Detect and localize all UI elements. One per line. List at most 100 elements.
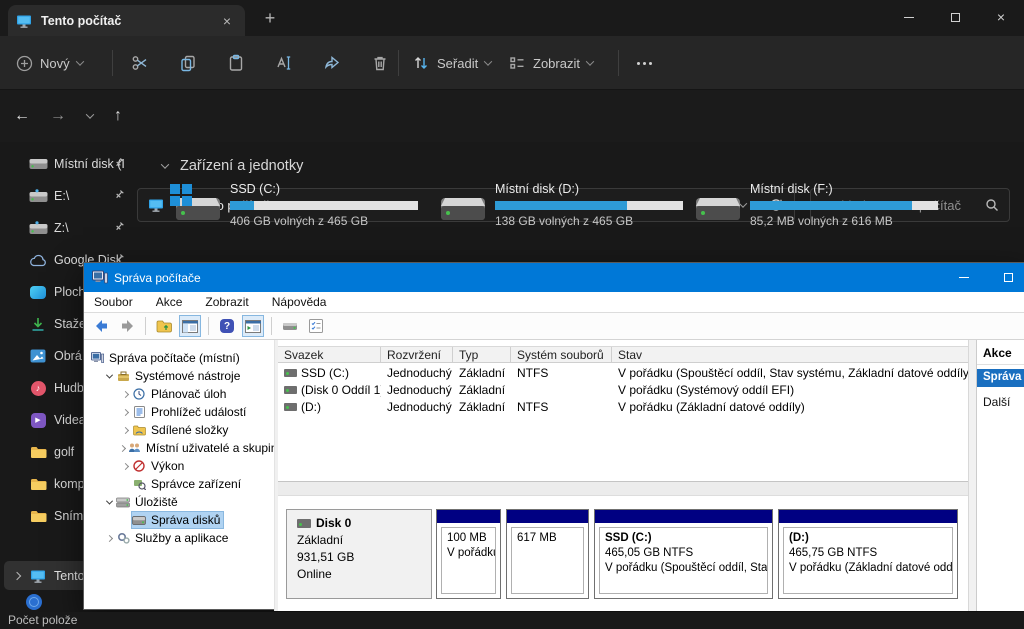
expand-chevron-icon[interactable] — [120, 464, 130, 469]
drive-tile-f[interactable]: Místní disk (F:) 85,2 MB volných z 616 M… — [688, 182, 742, 234]
back-button[interactable]: ← — [8, 102, 36, 130]
menu-action[interactable]: Akce — [156, 293, 194, 311]
table-row[interactable]: (Disk 0 Oddíl 1) Jednoduchý Základní V p… — [278, 381, 968, 398]
checklist-button[interactable] — [305, 315, 327, 337]
back-button[interactable] — [90, 315, 112, 337]
collapse-chevron-icon[interactable] — [104, 374, 114, 379]
view-button[interactable]: Zobrazit — [508, 47, 593, 79]
collapse-chevron-icon[interactable] — [161, 160, 169, 168]
tab-this-pc[interactable]: Tento počítač × — [8, 5, 245, 36]
forward-button[interactable]: → — [44, 102, 72, 130]
more-options-button[interactable] — [628, 47, 660, 79]
expand-chevron-icon[interactable] — [13, 571, 21, 579]
sort-button[interactable]: Seřadit — [412, 47, 491, 79]
menu-file[interactable]: Soubor — [94, 293, 144, 311]
window-close-button[interactable]: × — [978, 0, 1024, 34]
users-icon — [127, 442, 141, 455]
delete-button[interactable] — [364, 47, 396, 79]
copy-button[interactable] — [172, 47, 204, 79]
disk-type: Základní — [297, 532, 431, 549]
tree-item-task-scheduler[interactable]: Plánovač úloh — [84, 385, 274, 403]
expand-chevron-icon[interactable] — [120, 428, 130, 433]
column-volume[interactable]: Svazek — [278, 347, 381, 362]
divider — [145, 317, 146, 335]
this-pc-icon — [16, 13, 32, 29]
expand-chevron-icon[interactable] — [120, 392, 130, 397]
minimize-button[interactable] — [942, 263, 986, 292]
drive-tile-c[interactable]: SSD (C:) 406 GB volných z 465 GB — [168, 182, 222, 234]
section-devices-and-drives[interactable]: Zařízení a jednotky — [162, 158, 303, 174]
tree-item-computer-management[interactable]: Správa počítače (místní) — [84, 349, 274, 367]
table-row[interactable]: (D:) Jednoduchý Základní NTFS V pořádku … — [278, 398, 968, 415]
table-row[interactable]: SSD (C:) Jednoduchý Základní NTFS V pořá… — [278, 364, 968, 381]
paste-button[interactable] — [220, 47, 252, 79]
scrollbar-gutter[interactable] — [968, 340, 976, 611]
column-type[interactable]: Typ — [453, 347, 511, 362]
horizontal-splitter[interactable] — [278, 481, 968, 496]
drive-usage-bar — [495, 201, 683, 210]
column-status[interactable]: Stav — [612, 347, 968, 362]
tree-item-disk-management[interactable]: Správa disků — [84, 511, 274, 529]
tree-item-shared-folders[interactable]: Sdílené složky — [84, 421, 274, 439]
share-button[interactable] — [316, 47, 348, 79]
event-log-icon — [132, 406, 146, 419]
rename-button[interactable] — [268, 47, 300, 79]
management-toolbar: ? — [84, 313, 1024, 340]
collapse-chevron-icon[interactable] — [104, 500, 114, 505]
expand-chevron-icon[interactable] — [120, 410, 130, 415]
this-pc-icon — [30, 568, 46, 584]
management-menu-bar: Soubor Akce Zobrazit Nápověda — [84, 292, 1024, 313]
column-filesystem[interactable]: Systém souborů — [511, 347, 612, 362]
action-more[interactable]: Další — [977, 395, 1010, 409]
tree-item-local-users-groups[interactable]: Místní uživatelé a skupin — [84, 439, 274, 457]
disk0-header-box[interactable]: Disk 0 Základní 931,51 GB Online — [286, 509, 432, 599]
expand-chevron-icon[interactable] — [120, 446, 125, 451]
partition-c[interactable]: SSD (C:) 465,05 GB NTFS V pořádku (Spouš… — [594, 509, 773, 599]
tab-close-icon[interactable]: × — [217, 13, 237, 29]
tree-item-device-manager[interactable]: Správce zařízení — [84, 475, 274, 493]
tree-item-services-applications[interactable]: Služby a aplikace — [84, 529, 274, 547]
forward-button[interactable] — [116, 315, 138, 337]
partition-617mb[interactable]: 617 MB — [506, 509, 589, 599]
sidebar-item-drive-e[interactable]: E:\ — [0, 180, 165, 212]
window-maximize-button[interactable] — [932, 0, 978, 34]
partition-efi-100mb[interactable]: 100 MB V pořádku — [436, 509, 501, 599]
show-console-tree-button[interactable] — [179, 315, 201, 337]
volume-table-rows: SSD (C:) Jednoduchý Základní NTFS V pořá… — [278, 364, 968, 415]
sidebar-item-drive-z[interactable]: Z:\ — [0, 212, 165, 244]
tree-item-performance[interactable]: Výkon — [84, 457, 274, 475]
disk-management-main: Svazek Rozvržení Typ Systém souborů Stav… — [278, 340, 968, 611]
up-one-level-button[interactable] — [153, 315, 175, 337]
column-layout[interactable]: Rozvržení — [381, 347, 453, 362]
management-title-bar[interactable]: Správa počítače — [84, 263, 1024, 292]
expand-chevron-icon[interactable] — [104, 536, 114, 541]
chevron-down-icon — [586, 57, 594, 65]
new-button[interactable]: Nový — [16, 47, 83, 79]
drive-icon — [433, 182, 487, 226]
drive-icon — [28, 154, 48, 174]
drive-tile-d[interactable]: Místní disk (D:) 138 GB volných z 465 GB — [433, 182, 487, 234]
menu-help[interactable]: Nápověda — [272, 293, 338, 311]
cut-button[interactable] — [124, 47, 156, 79]
view-list-icon — [508, 55, 526, 71]
window-minimize-button[interactable] — [886, 0, 932, 34]
up-button[interactable]: ↑ — [104, 102, 132, 130]
disk-properties-button[interactable] — [279, 315, 301, 337]
history-dropdown-button[interactable] — [76, 102, 104, 130]
partition-size: 465,05 GB NTFS — [605, 546, 762, 561]
sidebar-item-local-disk-i[interactable]: Místní disk (I — [0, 148, 165, 180]
selected-tree-item: Správa disků — [132, 512, 223, 528]
tree-item-event-viewer[interactable]: Prohlížeč událostí — [84, 403, 274, 421]
menu-view[interactable]: Zobrazit — [205, 293, 259, 311]
help-button[interactable]: ? — [216, 315, 238, 337]
volume-icon — [284, 369, 297, 377]
tree-item-storage[interactable]: Úložiště — [84, 493, 274, 511]
drive-icon — [688, 182, 742, 226]
partition-d[interactable]: (D:) 465,75 GB NTFS V pořádku (Základní … — [778, 509, 958, 599]
maximize-button[interactable] — [986, 263, 1024, 292]
action-disk-management[interactable]: Správa di — [977, 369, 1024, 387]
show-action-pane-button[interactable] — [242, 315, 264, 337]
new-tab-button[interactable]: + — [258, 6, 282, 30]
partition-color-bar — [779, 510, 957, 523]
tree-item-system-tools[interactable]: Systémové nástroje — [84, 367, 274, 385]
